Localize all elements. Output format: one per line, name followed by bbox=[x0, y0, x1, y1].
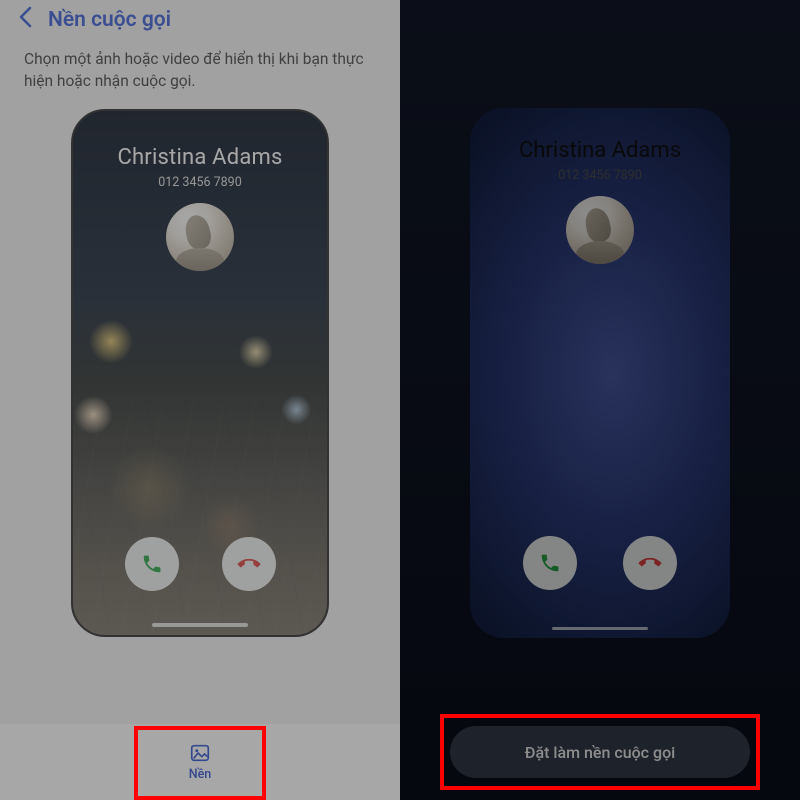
call-buttons-row bbox=[73, 537, 327, 591]
phone-accept-icon bbox=[141, 553, 163, 575]
back-icon[interactable] bbox=[18, 6, 34, 34]
caller-name: Christina Adams bbox=[470, 138, 730, 163]
header: Nền cuộc gọi bbox=[0, 0, 400, 38]
bottom-tab-bar: Nền bbox=[0, 724, 400, 800]
phone-preview-right: Christina Adams 012 3456 7890 bbox=[470, 108, 730, 638]
home-indicator bbox=[152, 623, 248, 627]
background-tab-label: Nền bbox=[189, 767, 212, 782]
image-icon bbox=[189, 742, 211, 764]
page-title: Nền cuộc gọi bbox=[48, 8, 171, 32]
background-tab-button[interactable]: Nền bbox=[189, 742, 212, 782]
home-indicator bbox=[552, 627, 648, 631]
apply-button-label: Đặt làm nền cuộc gọi bbox=[525, 743, 675, 762]
apply-background-button[interactable]: Đặt làm nền cuộc gọi bbox=[450, 726, 750, 778]
decline-call-button[interactable] bbox=[222, 537, 276, 591]
decline-call-button[interactable] bbox=[623, 536, 677, 590]
caller-avatar bbox=[166, 203, 234, 271]
phone-accept-icon bbox=[539, 552, 561, 574]
settings-screen-left: Nền cuộc gọi Chọn một ảnh hoặc video để … bbox=[0, 0, 400, 800]
phone-decline-icon bbox=[634, 547, 665, 578]
phone-preview-left: Christina Adams 012 3456 7890 bbox=[71, 109, 329, 637]
caller-number: 012 3456 7890 bbox=[73, 175, 327, 190]
caller-number: 012 3456 7890 bbox=[470, 168, 730, 183]
caller-avatar bbox=[566, 196, 634, 264]
caller-name: Christina Adams bbox=[73, 145, 327, 170]
accept-call-button[interactable] bbox=[125, 537, 179, 591]
settings-screen-right: Christina Adams 012 3456 7890 Đặt làm nề… bbox=[400, 0, 800, 800]
description-text: Chọn một ảnh hoặc video để hiển thị khi … bbox=[0, 38, 400, 109]
accept-call-button[interactable] bbox=[523, 536, 577, 590]
phone-decline-icon bbox=[233, 548, 264, 579]
call-buttons-row bbox=[470, 536, 730, 590]
